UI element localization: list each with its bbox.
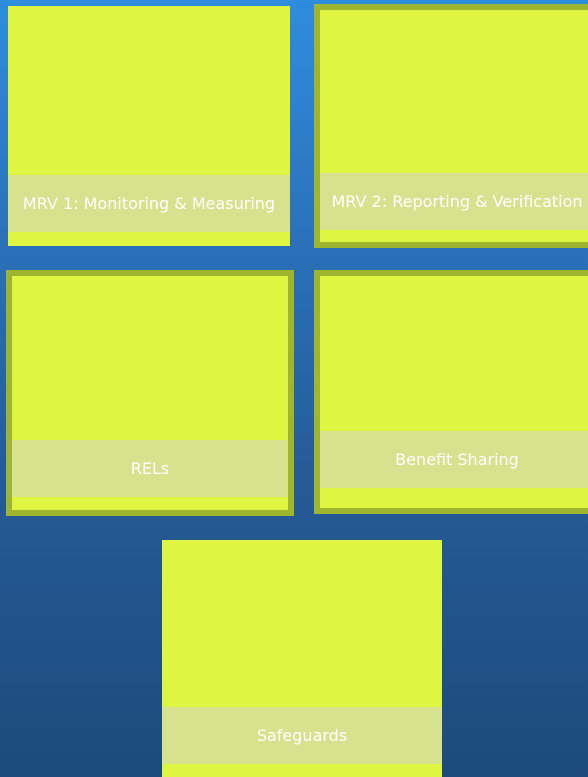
- tile-mrv1-monitoring-measuring[interactable]: MRV 1: Monitoring & Measuring: [8, 6, 290, 246]
- tile-safeguards[interactable]: Safeguards: [162, 540, 442, 777]
- tile-label: MRV 2: Reporting & Verification: [320, 173, 588, 230]
- tile-mrv2-reporting-verification[interactable]: MRV 2: Reporting & Verification: [314, 4, 588, 248]
- tile-benefit-sharing[interactable]: Benefit Sharing: [314, 270, 588, 514]
- tile-label: Safeguards: [162, 707, 442, 764]
- tile-label: RELs: [12, 440, 288, 497]
- tile-label: MRV 1: Monitoring & Measuring: [8, 175, 290, 232]
- tile-label: Benefit Sharing: [320, 431, 588, 488]
- tile-rels[interactable]: RELs: [6, 270, 294, 516]
